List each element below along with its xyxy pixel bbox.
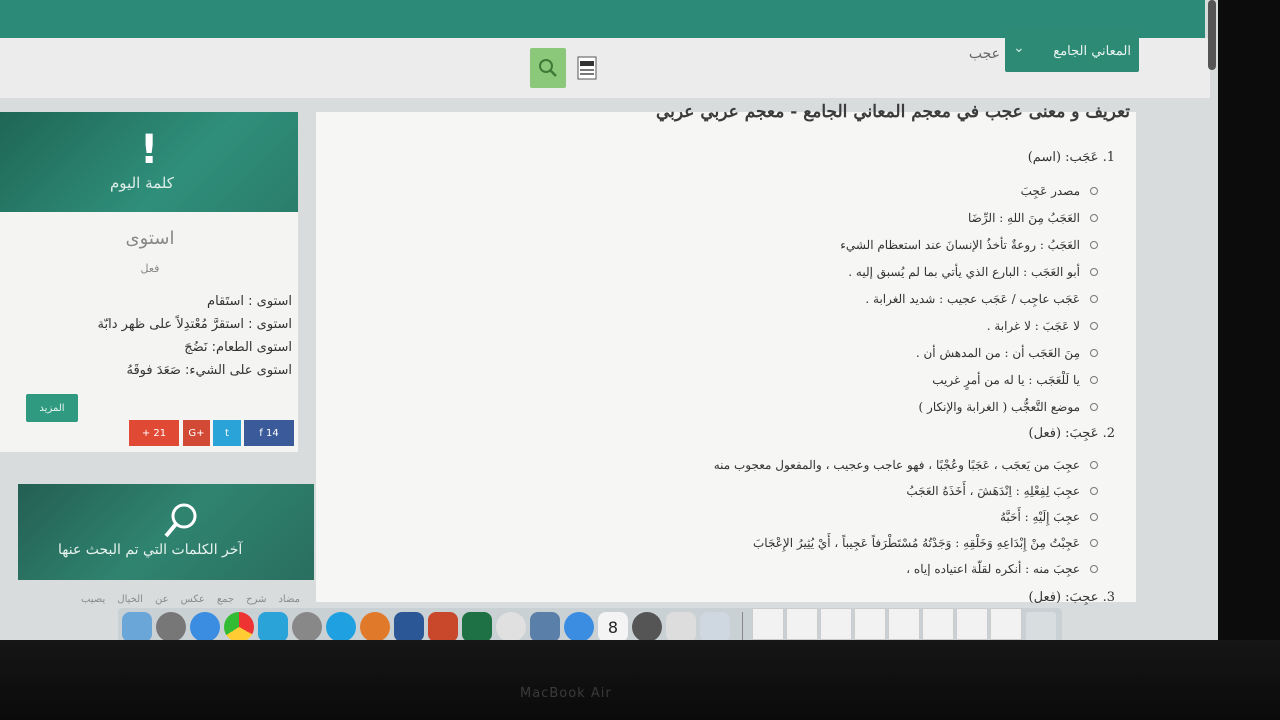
list-item: العَجَبُ مِنَ اللهِ : الرِّضَا [560,207,1100,234]
word-of-day-type: فعل [140,262,160,275]
laptop-bezel [0,640,1280,720]
recent-word-link[interactable]: جمع [217,594,234,605]
calendar-icon[interactable]: 8 [598,612,628,640]
word-of-day-banner: ! كلمة اليوم [0,112,298,212]
google-plus-share-button[interactable]: G+ [183,420,210,446]
books-icon[interactable] [360,612,390,640]
laptop-bezel [1218,0,1280,720]
list-item: العَجَبُ : روعةٌ تأخذُ الإنسانَ عند استع… [560,234,1100,261]
dock-thumbnail[interactable] [820,608,852,640]
recent-word-link[interactable]: عكس [181,594,205,605]
section-heading: 1. عَجَب: (اسم) [1027,150,1115,165]
list-item: عجِبَ لِفِعْلِهِ : اِنْدَهَشَ ، أَخَذَهُ… [600,480,1100,506]
recent-word-link[interactable]: الخيال [117,594,143,605]
dock-thumbnail[interactable] [990,608,1022,640]
dock-thumbnail[interactable] [922,608,954,640]
list-item: مِنَ العَجَب أن : من المدهش أن . [560,342,1100,369]
search-icon [539,59,557,77]
definition-list: عجِبَ من يَعجَب ، عَجَبًا وعُجْبًا ، فهو… [600,454,1100,584]
plus-share-button[interactable]: + 21 [129,420,179,446]
dvd-icon[interactable] [292,612,322,640]
dock-divider [742,612,743,640]
page-title: تعريف و معنى عجب في معجم المعاني الجامع … [656,102,1130,122]
list-item: يا لَلْعَجَب : يا له من أمرٍ غريب [560,369,1100,396]
word-icon[interactable] [394,612,424,640]
definition-line: استوى : استقرَّ مُعْتدِلاً على ظهر دابّة [97,317,292,332]
list-item: عجِبَ إِلَيْهِ : أَحَبَّهُ [600,506,1100,532]
more-button[interactable]: المزيد [26,394,78,422]
dictionary-select[interactable]: ⌄ المعاني الجامع [1005,30,1139,72]
list-item: عجِبَ منه : أنكره لقلّة اعتياده إياه ، [600,558,1100,584]
chrome-icon[interactable] [224,612,254,640]
list-item: موضع التَّعجُّب ( الغرابة والإنكار ) [560,396,1100,423]
exclamation-icon: ! [140,127,159,173]
dock-thumbnail[interactable] [888,608,920,640]
list-item: لا عَجَبَ : لا غرابة . [560,315,1100,342]
trash-icon[interactable] [1026,612,1056,640]
search-button[interactable] [530,48,566,88]
recent-word-link[interactable]: مضاد [278,594,300,605]
powerpoint-icon[interactable] [428,612,458,640]
bezel-label: MacBook Air [520,686,612,701]
finder-icon[interactable] [122,612,152,640]
excel-icon[interactable] [462,612,492,640]
definition-line: استوى الطعام: نَضُجَ [184,340,292,355]
recent-searches-banner: آخر الكلمات التي تم البحث عنها [18,484,314,580]
scrollbar[interactable] [1208,0,1216,70]
preview-icon[interactable] [530,612,560,640]
skype-icon[interactable] [258,612,288,640]
chevron-down-icon: ⌄ [1013,40,1025,56]
dock-thumbnail[interactable] [854,608,886,640]
dictionary-label: المعاني الجامع [1053,43,1131,59]
recent-searches-title: آخر الكلمات التي تم البحث عنها [58,542,243,558]
list-item: عَجَب عاجِب / عَجَب عجيب : شديد الغرابة … [560,288,1100,315]
word-of-day-definitions: استوى : استَقام استوى : استقرَّ مُعْتدِل… [40,290,292,382]
facebook-share-button[interactable]: f 14 [244,420,294,446]
recent-word-link[interactable]: يصيب [81,594,105,605]
search-input[interactable]: عجب [600,42,1000,70]
launchpad-icon[interactable] [156,612,186,640]
screenshot-icon[interactable] [700,612,730,640]
word-of-day-title: كلمة اليوم [110,174,174,192]
photo-icon[interactable] [666,612,696,640]
itunes-icon[interactable] [496,612,526,640]
dock-thumbnail[interactable] [752,608,784,640]
word-of-day-word[interactable]: استوى [100,228,200,249]
safari-icon[interactable] [190,612,220,640]
list-item: مصدر عَجِبَ [560,180,1100,207]
recent-word-link[interactable]: شرح [246,594,266,605]
list-item: عجِبَ من يَعجَب ، عَجَبًا وعُجْبًا ، فهو… [600,454,1100,480]
search-icon [164,503,197,538]
dock-thumbnail[interactable] [956,608,988,640]
recent-word-link[interactable]: عن [155,594,169,605]
dock-thumbnail[interactable] [786,608,818,640]
list-item: عَجِبْتُ مِنْ إِبْدَاعِهِ وَخَلْقِهِ : و… [600,532,1100,558]
system-preferences-icon[interactable] [632,612,662,640]
definition-list: مصدر عَجِبَ العَجَبُ مِنَ اللهِ : الرِّض… [560,180,1100,423]
document-icon[interactable] [576,56,598,80]
twitter-share-button[interactable]: t [213,420,241,446]
list-item: أبو العَجَب : البارع الذي يأتي بما لم يُ… [560,261,1100,288]
definition-line: استوى : استَقام [207,294,292,309]
section-heading: 3. عجِبَ: (فعل) [1028,590,1115,605]
browser-screen: ⌄ المعاني الجامع عجب ! كلمة اليوم استوى … [0,0,1218,640]
skype-icon[interactable] [326,612,356,640]
appstore-icon[interactable] [564,612,594,640]
section-heading: 2. عَجِبَ: (فعل) [1028,426,1115,441]
recent-words-list: مضاد شرح جمع عكس عن الخيال يصيب [40,594,300,605]
definition-line: استوى على الشيء: صَعَدَ فوقَهُ [126,363,293,378]
